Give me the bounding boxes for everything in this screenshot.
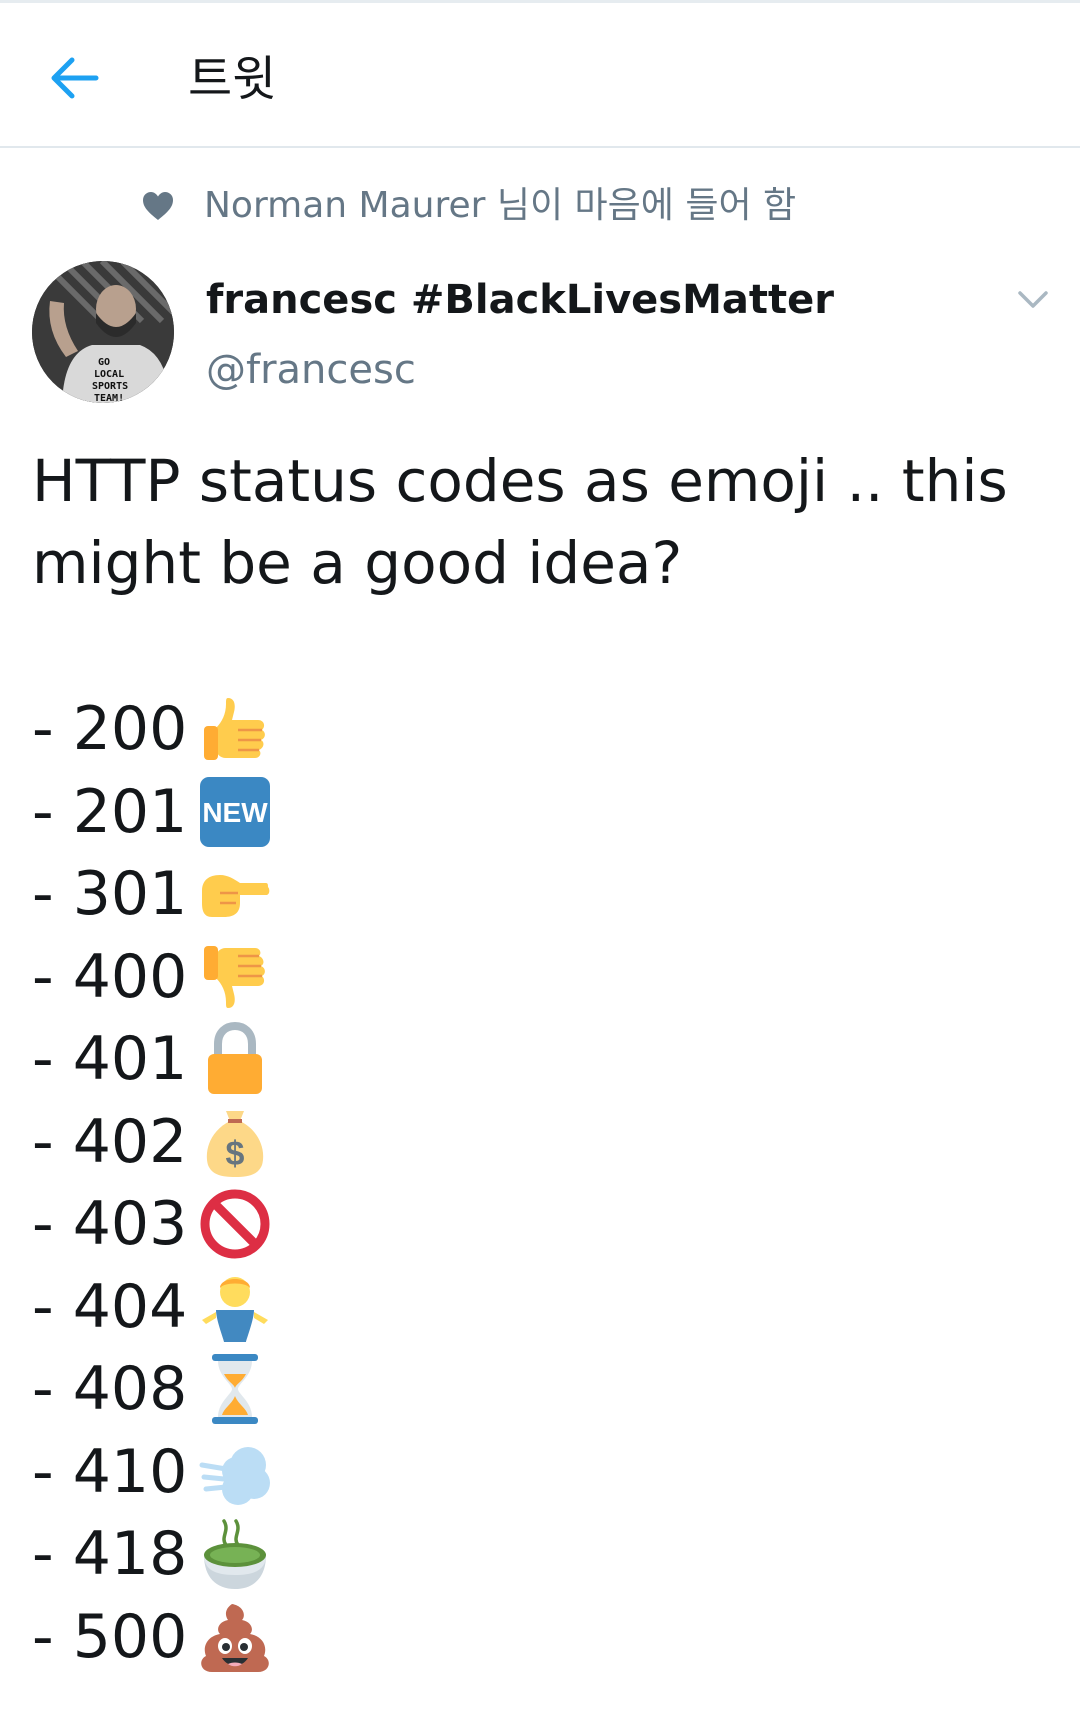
dashing-away-icon: [199, 1446, 270, 1505]
svg-text:GO: GO: [98, 357, 110, 368]
status-code-label: - 418: [32, 1519, 188, 1590]
pile-of-poo-icon: [201, 1603, 269, 1672]
social-context[interactable]: Norman Maurer 님이 마음에 들어 함: [140, 180, 796, 232]
status-code-label: - 301: [32, 859, 188, 930]
no-entry-icon: [200, 1189, 270, 1259]
svg-text:TEAM!: TEAM!: [94, 393, 124, 403]
author-handle[interactable]: @francesc: [206, 342, 416, 398]
top-app-bar: 트윗: [0, 0, 1080, 148]
status-code-label: - 500: [32, 1601, 188, 1672]
back-button[interactable]: [40, 43, 110, 113]
avatar-photo: GO LOCAL SPORTS TEAM!: [32, 261, 174, 403]
back-arrow-icon: [51, 57, 99, 99]
avatar[interactable]: GO LOCAL SPORTS TEAM!: [32, 261, 174, 403]
social-context-text: Norman Maurer 님이 마음에 들어 함: [204, 185, 797, 226]
thumbs-down-icon: [204, 945, 265, 1008]
list-item: - 201 NEW: [32, 771, 632, 854]
status-code-label: - 402: [32, 1106, 188, 1177]
tweet-options-button[interactable]: [1010, 280, 1056, 320]
list-item: - 200: [32, 688, 632, 771]
money-bag-icon: $: [206, 1110, 264, 1177]
list-item: - 403: [32, 1183, 632, 1266]
lock-icon: [208, 1022, 262, 1095]
list-item: - 400: [32, 936, 632, 1019]
status-code-label: - 410: [32, 1436, 188, 1507]
shrugging-person-icon: [202, 1276, 268, 1342]
list-item: - 418: [32, 1513, 632, 1596]
list-item: - 402 $: [32, 1101, 632, 1184]
new-button-label: NEW: [202, 797, 268, 828]
list-item: - 401: [32, 1018, 632, 1101]
pointing-right-icon: [202, 875, 270, 918]
new-button-icon: NEW: [200, 776, 270, 847]
list-item: - 301: [32, 853, 632, 936]
status-code-label: - 200: [32, 694, 188, 765]
thumbs-up-icon: [204, 698, 265, 761]
svg-text:LOCAL: LOCAL: [94, 369, 124, 380]
svg-text:SPORTS: SPORTS: [92, 381, 128, 392]
svg-text:$: $: [226, 1135, 245, 1173]
status-code-label: - 201: [32, 776, 188, 847]
list-item: - 500: [32, 1596, 632, 1679]
list-item: - 408: [32, 1348, 632, 1431]
list-item: - 404: [32, 1266, 632, 1349]
hourglass-icon: [212, 1354, 258, 1425]
status-code-label: - 408: [32, 1354, 188, 1425]
status-code-label: - 401: [32, 1024, 188, 1095]
author-display-name[interactable]: francesc #BlackLivesMatter: [206, 272, 834, 328]
teacup-icon: [204, 1519, 266, 1590]
status-code-label: - 403: [32, 1189, 188, 1260]
status-code-label: - 400: [32, 941, 188, 1012]
list-item: - 410: [32, 1431, 632, 1514]
tweet-text: HTTP status codes as emoji .. this might…: [32, 447, 1008, 597]
page-title: 트윗: [188, 51, 277, 107]
chevron-down-icon: [1018, 291, 1048, 308]
heart-icon: [143, 192, 173, 220]
status-code-list: - 200 - 201 NEW - 301 - 400 - 401 - 402 …: [32, 688, 632, 1678]
status-code-label: - 404: [32, 1271, 188, 1342]
